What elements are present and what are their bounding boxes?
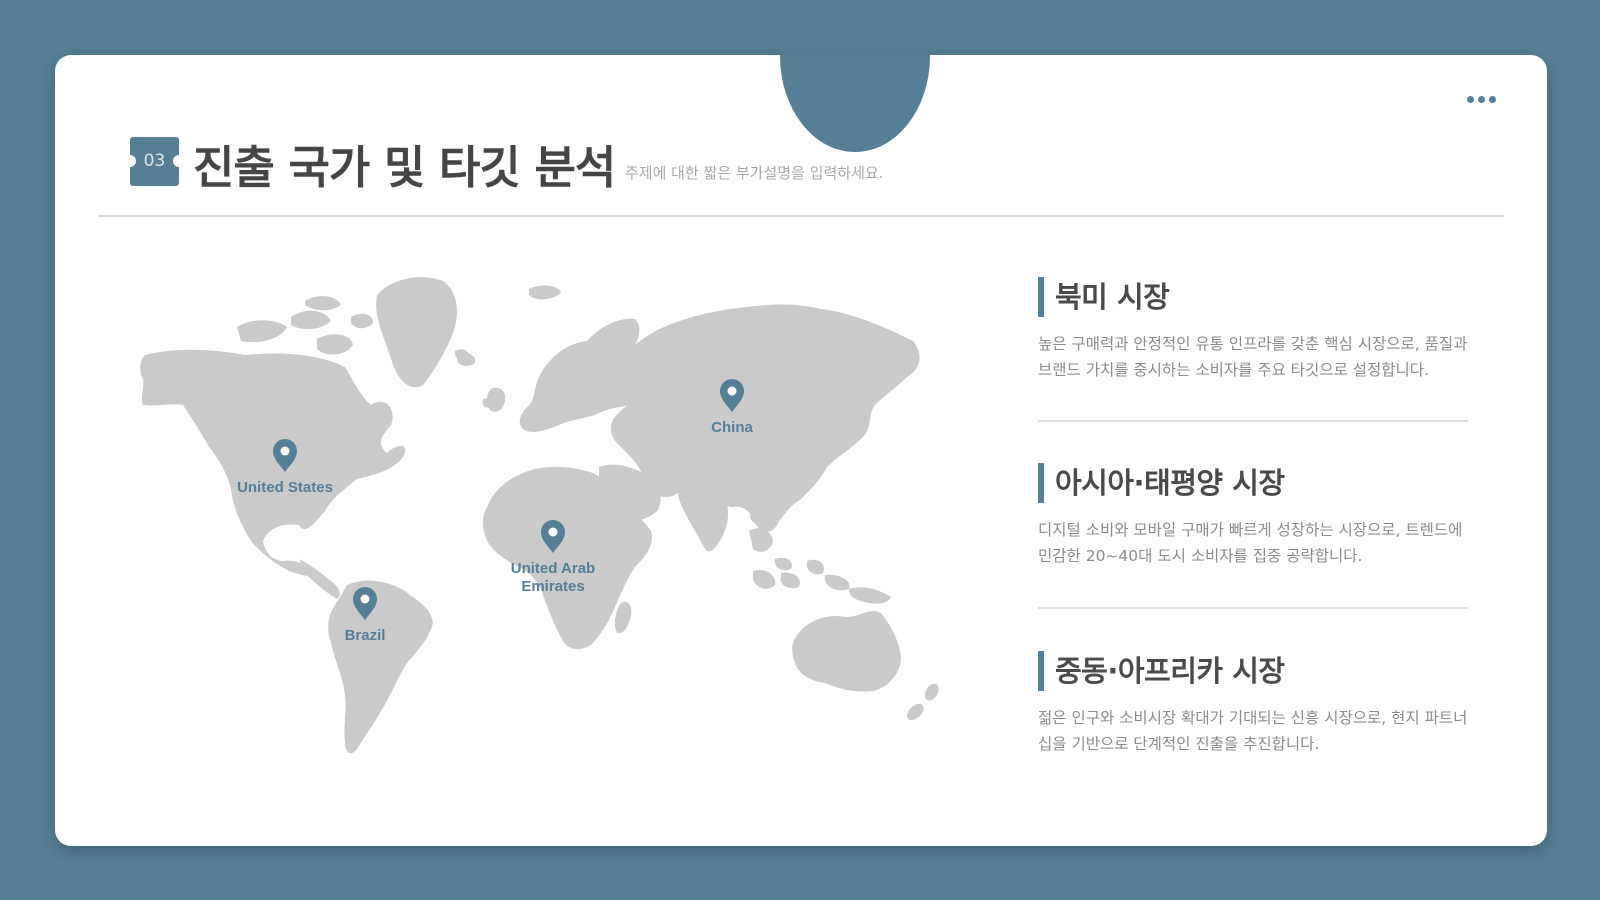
market-asia-pacific: 아시아·태평양 시장 디지털 소비와 모바일 구매가 빠르게 성장하는 시장으로…: [1038, 463, 1468, 569]
market-description: 젊은 인구와 소비시장 확대가 기대되는 신흥 시장으로, 현지 파트너 십을 …: [1038, 705, 1468, 757]
location-pin-dot: [548, 527, 558, 537]
location-pin-dot: [360, 594, 370, 604]
marker-label: Emirates: [521, 578, 584, 595]
market-description-line: 높은 구매력과 안정적인 유통 인프라를 갖춘 핵심 시장으로, 품질과: [1038, 335, 1468, 353]
market-description-line: 디지털 소비와 모바일 구매가 빠르게 성장하는 시장으로, 트렌드에: [1038, 521, 1463, 539]
market-title: 아시아·태평양 시장: [1038, 463, 1468, 503]
section-divider: [1038, 607, 1468, 609]
location-pin-dot: [280, 446, 290, 456]
location-pin-dot: [727, 386, 737, 396]
market-title: 중동·아프리카 시장: [1038, 651, 1468, 691]
marker-label: China: [711, 419, 753, 436]
market-title: 북미 시장: [1038, 277, 1468, 317]
market-north-america: 북미 시장 높은 구매력과 안정적인 유통 인프라를 갖춘 핵심 시장으로, 품…: [1038, 277, 1468, 383]
section-divider: [1038, 420, 1468, 422]
market-description-line: 젊은 인구와 소비시장 확대가 기대되는 신흥 시장으로, 현지 파트너: [1038, 709, 1468, 727]
marker-label: Brazil: [345, 627, 386, 644]
marker-united-arab-emirates: United ArabEmirates: [511, 520, 595, 595]
market-description-line: 십을 기반으로 단계적인 진출을 추진합니다.: [1038, 735, 1320, 753]
market-description: 디지털 소비와 모바일 구매가 빠르게 성장하는 시장으로, 트렌드에 민감한 …: [1038, 517, 1468, 569]
market-description: 높은 구매력과 안정적인 유통 인프라를 갖춘 핵심 시장으로, 품질과 브랜드…: [1038, 331, 1468, 383]
slide-card: 03 진출 국가 및 타깃 분석 주제에 대한 짧은 부가설명을 입력하세요.: [55, 55, 1547, 846]
market-middle-east-africa: 중동·아프리카 시장 젊은 인구와 소비시장 확대가 기대되는 신흥 시장으로,…: [1038, 651, 1468, 757]
marker-label: United Arab: [511, 560, 595, 577]
marker-china: China: [711, 379, 753, 436]
market-description-line: 민감한 20~40대 도시 소비자를 집중 공략합니다.: [1038, 547, 1363, 565]
market-description-line: 브랜드 가치를 중시하는 소비자를 주요 타깃으로 설정합니다.: [1038, 361, 1429, 379]
marker-label: United States: [237, 479, 333, 496]
marker-brazil: Brazil: [345, 587, 386, 644]
marker-united-states: United States: [237, 439, 333, 496]
